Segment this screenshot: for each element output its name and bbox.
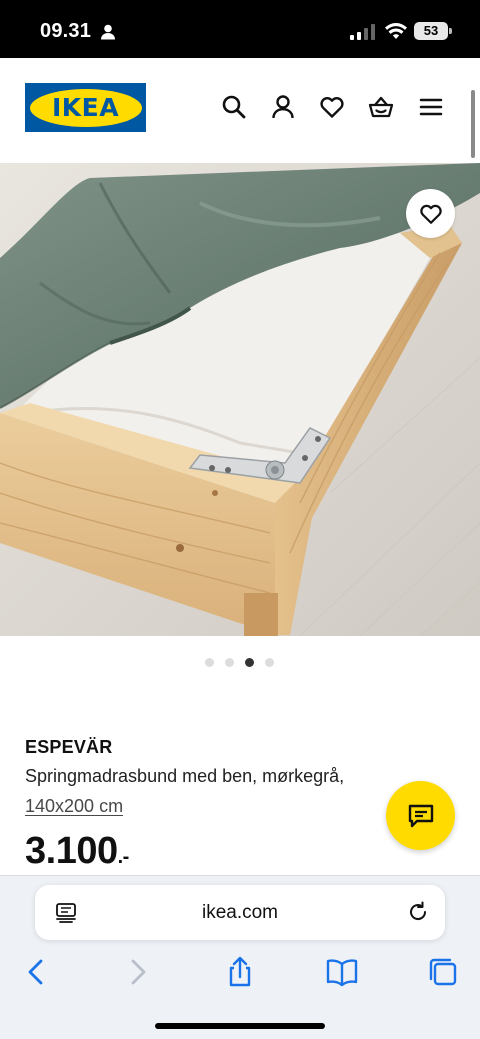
site-header: IKEA xyxy=(0,58,480,163)
menu-icon[interactable] xyxy=(418,94,444,120)
price-value: 3.100 xyxy=(25,830,118,872)
heart-icon xyxy=(419,204,442,224)
carousel-dot-active[interactable] xyxy=(245,658,254,667)
back-icon[interactable] xyxy=(20,956,52,988)
logo-oval: IKEA xyxy=(29,88,142,127)
reload-icon[interactable] xyxy=(407,901,429,923)
address-bar[interactable]: ikea.com xyxy=(35,885,445,940)
tab-overview-icon[interactable] xyxy=(427,956,459,988)
carousel-indicator xyxy=(205,658,274,667)
basket-icon[interactable] xyxy=(368,94,394,120)
add-to-wishlist-button[interactable] xyxy=(406,189,455,238)
share-icon[interactable] xyxy=(224,956,256,988)
product-image[interactable] xyxy=(0,163,480,636)
ikea-logo[interactable]: IKEA xyxy=(25,83,146,132)
carousel-dot[interactable] xyxy=(265,658,274,667)
carousel-dot[interactable] xyxy=(225,658,234,667)
chat-icon xyxy=(408,804,433,827)
carousel-dot[interactable] xyxy=(205,658,214,667)
forward-icon[interactable] xyxy=(122,956,154,988)
person-icon xyxy=(101,24,115,40)
product-description: Springmadrasbund med ben, mørkegrå, xyxy=(25,766,345,786)
chat-button[interactable] xyxy=(386,781,455,850)
product-price: 3.100.- xyxy=(25,830,129,873)
url-text[interactable]: ikea.com xyxy=(35,902,445,924)
product-photo xyxy=(0,163,480,636)
status-bar: 09.31 53 xyxy=(0,0,480,58)
browser-toolbar: ikea.com xyxy=(0,875,480,1039)
search-icon[interactable] xyxy=(221,94,247,120)
price-suffix: .- xyxy=(117,846,130,868)
logo-text: IKEA xyxy=(51,93,120,122)
home-indicator[interactable] xyxy=(155,1023,325,1029)
signal-icon xyxy=(350,24,375,40)
account-icon[interactable] xyxy=(270,94,296,120)
product-size-link[interactable]: 140x200 cm xyxy=(25,796,123,817)
wifi-icon xyxy=(385,23,407,39)
bookmarks-icon[interactable] xyxy=(326,956,358,988)
page-scrollbar[interactable] xyxy=(471,90,475,158)
status-time: 09.31 xyxy=(40,20,92,42)
product-name: ESPEVÄR xyxy=(25,737,113,757)
heart-icon[interactable] xyxy=(319,94,345,120)
battery-indicator: 53 xyxy=(414,22,452,40)
